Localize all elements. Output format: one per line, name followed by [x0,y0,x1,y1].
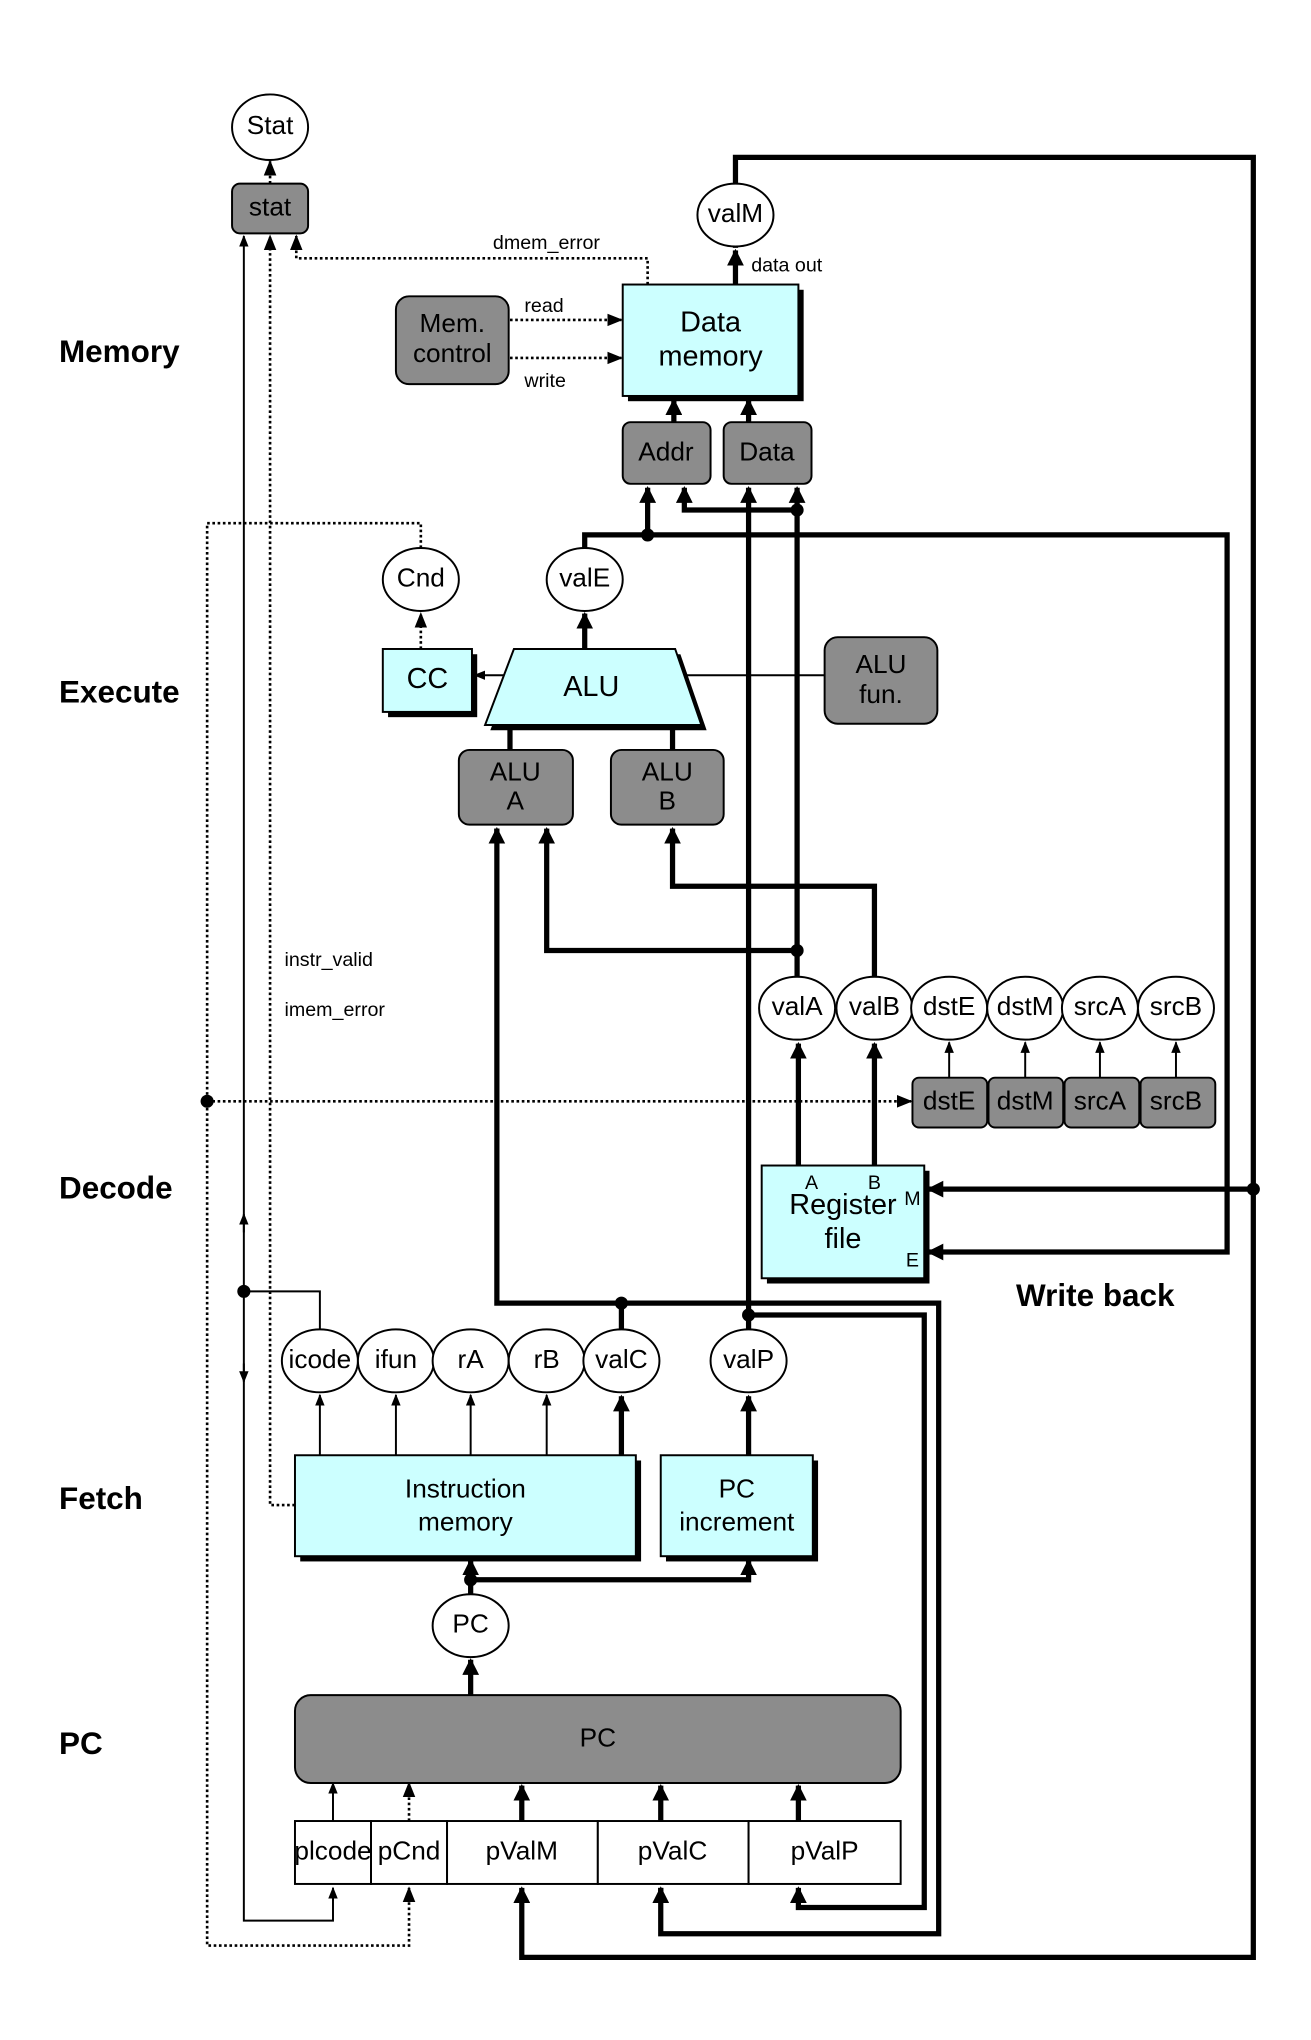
svg-text:valA: valA [772,991,824,1021]
svg-text:ALU: ALU [855,649,906,679]
svg-text:pValM: pValM [486,1835,558,1865]
svg-text:valC: valC [595,1344,647,1374]
svg-text:Cnd: Cnd [397,562,445,592]
stage-label-write-back: Write back [1016,1278,1175,1313]
imem-error-label: imem_error [284,999,385,1021]
read-label: read [524,295,563,317]
svg-text:dstE: dstE [923,991,975,1021]
svg-text:plcode: plcode [294,1835,371,1865]
svg-text:CC: CC [407,663,449,695]
svg-text:PC: PC [580,1723,616,1753]
stage-label-execute: Execute [59,675,180,710]
svg-text:ALU: ALU [642,756,693,786]
svg-text:stat: stat [249,191,292,221]
svg-text:pValP: pValP [791,1835,859,1865]
svg-text:Data: Data [739,437,795,467]
wire-pc-to-pcinc [470,1558,757,1583]
wire-valP-to-pValP [748,1312,927,1911]
svg-text:increment: increment [679,1506,795,1536]
stage-label-pc: PC [59,1726,103,1761]
svg-text:memory: memory [418,1506,514,1536]
svg-text:Addr: Addr [638,437,694,467]
svg-text:Data: Data [680,306,742,338]
svg-text:file: file [825,1223,862,1255]
stage-label-decode: Decode [59,1170,173,1205]
svg-text:memory: memory [659,341,764,373]
svg-text:Stat: Stat [247,110,294,140]
svg-text:dstM: dstM [997,1086,1054,1116]
stage-label-memory: Memory [59,334,180,369]
svg-text:srcA: srcA [1074,991,1127,1021]
fetch-signals: icode ifun rA rB valC valP [280,1328,788,1394]
data-out-label: data out [751,254,823,276]
svg-text:icode: icode [289,1344,352,1374]
svg-text:srcB: srcB [1150,1086,1202,1116]
svg-text:rA: rA [458,1344,485,1374]
svg-text:A: A [506,785,524,815]
port-b-label: B [868,1172,881,1194]
port-e-label: E [906,1249,919,1271]
svg-text:dstE: dstE [923,1086,975,1116]
decode-signals: valA valB dstE dstM srcA srcB [758,975,1215,1041]
svg-text:valE: valE [559,562,610,592]
pc-fields: plcode pCnd pValM pValC pValP [293,1820,902,1885]
dmem-error-label: dmem_error [493,232,600,254]
svg-text:control: control [413,338,492,368]
svg-text:PC: PC [452,1609,488,1639]
port-m-label: M [904,1188,920,1210]
instr-valid-label: instr_valid [284,949,373,971]
svg-text:valP: valP [723,1344,774,1374]
svg-text:ifun: ifun [375,1344,417,1374]
svg-text:Instruction: Instruction [405,1474,526,1504]
svg-text:valB: valB [849,991,900,1021]
svg-text:ALU: ALU [563,671,619,703]
svg-text:Mem.: Mem. [420,308,486,338]
port-a-label: A [805,1172,819,1194]
seq-processor-diagram: Memory Execute Decode Fetch PC Write bac… [59,93,1260,1960]
svg-text:pCnd: pCnd [378,1835,441,1865]
svg-text:ALU: ALU [490,756,541,786]
write-label: write [523,370,566,392]
wire-valB-to-aluB [664,826,878,977]
svg-text:rB: rB [534,1344,560,1374]
svg-text:PC: PC [719,1474,755,1504]
svg-text:valM: valM [708,198,763,228]
svg-text:pValC: pValC [638,1835,707,1865]
wire-icode-to-stat [239,234,334,1922]
wire-imem-error [263,234,295,1507]
svg-text:dstM: dstM [997,991,1054,1021]
svg-text:fun.: fun. [859,679,903,709]
svg-text:srcA: srcA [1074,1086,1127,1116]
svg-text:B: B [659,785,677,815]
stage-label-fetch: Fetch [59,1481,143,1516]
svg-text:srcB: srcB [1150,991,1202,1021]
wire-valA-to-addr [675,486,800,977]
decode-regs: dstE dstM srcA srcB [911,1076,1217,1129]
